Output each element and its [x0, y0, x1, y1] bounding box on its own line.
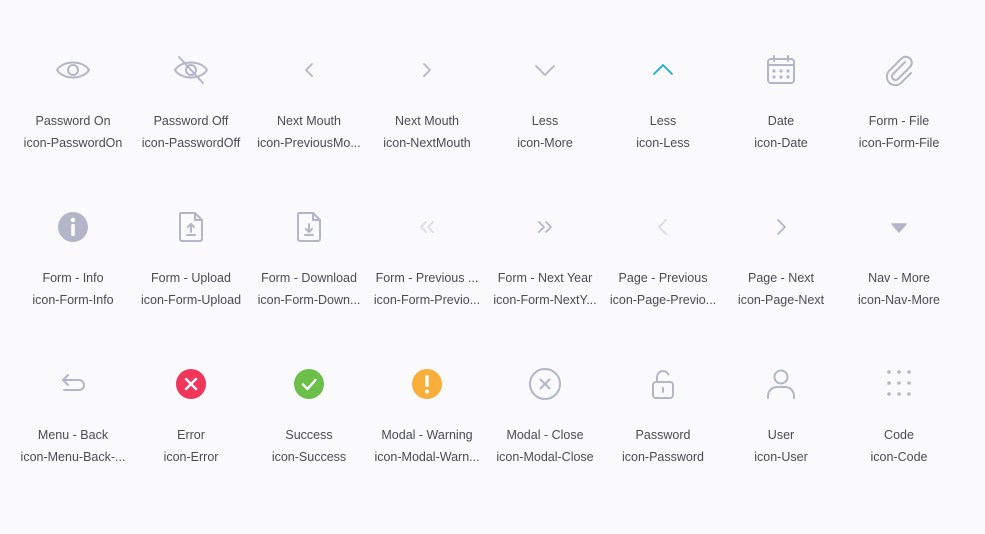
icon-display-name: Page - Next — [747, 271, 814, 285]
chevron-right-icon — [407, 50, 447, 90]
icon-card[interactable]: Less icon-More — [486, 40, 604, 197]
icon-display-name: Menu - Back — [37, 428, 109, 442]
icon-card[interactable]: Modal - Warning icon-Modal-Warn... — [368, 354, 486, 511]
icon-class-name: icon-Menu-Back-... — [20, 450, 126, 464]
icon-class-name: icon-Nav-More — [858, 293, 940, 307]
icon-display-name: Form - Next Year — [497, 271, 593, 285]
icon-class-name: icon-Code — [870, 450, 928, 464]
icon-display-name: Code — [884, 428, 914, 442]
icon-display-name: Form - Download — [261, 271, 357, 285]
icon-display-name: Form - Previous ... — [375, 271, 479, 285]
icon-class-name: icon-Form-File — [858, 136, 940, 150]
chevron-left-icon — [289, 50, 329, 90]
icon-card[interactable]: Form - Next Year icon-Form-NextY... — [486, 197, 604, 354]
double-chevron-right-icon — [525, 207, 565, 247]
chevron-up-icon — [643, 50, 683, 90]
icon-card[interactable]: Next Mouth icon-NextMouth — [368, 40, 486, 197]
icon-card[interactable]: Password On icon-PasswordOn — [14, 40, 132, 197]
file-download-icon — [289, 207, 329, 247]
warning-icon — [407, 364, 447, 404]
icon-class-name: icon-PasswordOff — [141, 136, 241, 150]
eye-icon — [53, 50, 93, 90]
icon-class-name: icon-Form-Previo... — [373, 293, 481, 307]
icon-card[interactable]: User icon-User — [722, 354, 840, 511]
icon-display-name: Next Mouth — [395, 114, 459, 128]
success-icon — [289, 364, 329, 404]
eye-off-icon — [171, 50, 211, 90]
icon-class-name: icon-Page-Previo... — [609, 293, 717, 307]
chevron-down-icon — [525, 50, 565, 90]
icon-display-name: Form - Upload — [151, 271, 231, 285]
icon-display-name: Password On — [35, 114, 111, 128]
icon-display-name: Form - Info — [42, 271, 104, 285]
icon-card[interactable]: Page - Previous icon-Page-Previo... — [604, 197, 722, 354]
icon-class-name: icon-Modal-Warn... — [374, 450, 480, 464]
double-chevron-left-icon — [407, 207, 447, 247]
icon-class-name: icon-Password — [622, 450, 704, 464]
icon-display-name: Error — [177, 428, 205, 442]
icon-card[interactable]: Form - File icon-Form-File — [840, 40, 958, 197]
icon-display-name: Nav - More — [868, 271, 930, 285]
grid-dots-icon — [879, 364, 919, 404]
icon-display-name: Less — [531, 114, 559, 128]
icon-class-name: icon-User — [754, 450, 808, 464]
calendar-icon — [761, 50, 801, 90]
icon-display-name: Password — [635, 428, 691, 442]
icon-class-name: icon-Form-Upload — [140, 293, 242, 307]
icon-display-name: Less — [649, 114, 677, 128]
user-icon — [761, 364, 801, 404]
icon-display-name: Next Mouth — [277, 114, 341, 128]
info-icon — [53, 207, 93, 247]
icon-card[interactable]: Page - Next icon-Page-Next — [722, 197, 840, 354]
icon-card[interactable]: Date icon-Date — [722, 40, 840, 197]
file-upload-icon — [171, 207, 211, 247]
icon-display-name: Password Off — [153, 114, 229, 128]
icon-display-name: Page - Previous — [618, 271, 708, 285]
page-previous-icon — [643, 207, 683, 247]
close-circle-icon — [525, 364, 565, 404]
icon-display-name: Modal - Close — [506, 428, 584, 442]
icon-card[interactable]: Password Off icon-PasswordOff — [132, 40, 250, 197]
icon-class-name: icon-Form-Info — [32, 293, 114, 307]
return-arrow-icon — [53, 364, 93, 404]
icon-card[interactable]: Form - Download icon-Form-Down... — [250, 197, 368, 354]
icon-display-name: User — [767, 428, 795, 442]
icon-card[interactable]: Form - Info icon-Form-Info — [14, 197, 132, 354]
icon-class-name: icon-Form-Down... — [257, 293, 361, 307]
icon-class-name: icon-Error — [163, 450, 219, 464]
caret-down-icon — [879, 207, 919, 247]
icon-display-name: Success — [285, 428, 333, 442]
icon-class-name: icon-More — [517, 136, 573, 150]
icon-class-name: icon-PasswordOn — [23, 136, 123, 150]
error-icon — [171, 364, 211, 404]
icon-class-name: icon-NextMouth — [383, 136, 471, 150]
icon-class-name: icon-Modal-Close — [496, 450, 594, 464]
icon-class-name: icon-Form-NextY... — [493, 293, 597, 307]
icon-display-name: Date — [767, 114, 795, 128]
icon-card[interactable]: Form - Upload icon-Form-Upload — [132, 197, 250, 354]
icon-display-name: Modal - Warning — [381, 428, 473, 442]
icon-card[interactable]: Nav - More icon-Nav-More — [840, 197, 958, 354]
icon-grid: Password On icon-PasswordOn Password Off ic… — [14, 40, 958, 511]
icon-card[interactable]: Form - Previous ... icon-Form-Previo... — [368, 197, 486, 354]
page-next-icon — [761, 207, 801, 247]
icon-card[interactable]: Less icon-Less — [604, 40, 722, 197]
icon-card[interactable]: Code icon-Code — [840, 354, 958, 511]
icon-display-name: Form - File — [868, 114, 930, 128]
paperclip-icon — [879, 50, 919, 90]
icon-card[interactable]: Error icon-Error — [132, 354, 250, 511]
lock-icon — [643, 364, 683, 404]
icon-card[interactable]: Password icon-Password — [604, 354, 722, 511]
icon-class-name: icon-Success — [271, 450, 347, 464]
icon-class-name: icon-PreviousMo... — [257, 136, 361, 150]
icon-class-name: icon-Less — [636, 136, 690, 150]
icon-card[interactable]: Menu - Back icon-Menu-Back-... — [14, 354, 132, 511]
icon-card[interactable]: Success icon-Success — [250, 354, 368, 511]
icon-class-name: icon-Date — [754, 136, 808, 150]
icon-card[interactable]: Next Mouth icon-PreviousMo... — [250, 40, 368, 197]
icon-card[interactable]: Modal - Close icon-Modal-Close — [486, 354, 604, 511]
icon-class-name: icon-Page-Next — [737, 293, 825, 307]
